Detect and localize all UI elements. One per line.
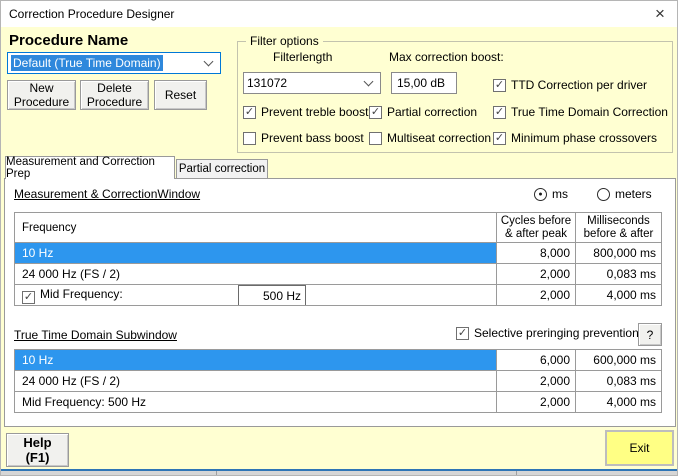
radio-meters[interactable]: meters xyxy=(597,187,652,201)
table-row[interactable]: 24 000 Hz (FS / 2) 2,000 0,083 ms xyxy=(15,371,662,392)
header-frequency: Frequency xyxy=(15,213,497,243)
table-row[interactable]: ✓ Mid Frequency: 500 Hz 2,000 4,000 ms xyxy=(15,285,662,306)
checkbox-icon: ✓ xyxy=(493,79,506,92)
radio-icon xyxy=(597,188,610,201)
cycles-cell[interactable]: 8,000 xyxy=(497,243,576,264)
cycles-cell[interactable]: 6,000 xyxy=(497,350,576,371)
checkbox-icon xyxy=(243,132,256,145)
subwindow-table: 10 Hz 6,000 600,000 ms 24 000 Hz (FS / 2… xyxy=(14,349,662,413)
checkbox-icon: ✓ xyxy=(493,132,506,145)
radio-icon: ● xyxy=(534,188,547,201)
true-time-domain-subwindow-heading: True Time Domain Subwindow xyxy=(14,328,177,342)
checkbox-ttd-correction-per-driver[interactable]: ✓ TTD Correction per driver xyxy=(493,78,647,92)
status-divider xyxy=(216,471,217,476)
tab-partial-correction[interactable]: Partial correction xyxy=(176,159,268,178)
table-row[interactable]: 10 Hz 6,000 600,000 ms xyxy=(15,350,662,371)
ms-cell[interactable]: 4,000 ms xyxy=(576,392,662,413)
procedure-select[interactable]: Default (True Time Domain) xyxy=(7,52,221,74)
procedure-name-heading: Procedure Name xyxy=(9,32,128,49)
filterlength-label: Filterlength xyxy=(273,50,332,64)
max-correction-boost-input[interactable]: 15,00 dB xyxy=(391,72,457,94)
ms-cell[interactable]: 800,000 ms xyxy=(576,243,662,264)
frequency-cell-midfreq[interactable]: Mid Frequency: 500 Hz xyxy=(15,392,497,413)
table-row[interactable]: Mid Frequency: 500 Hz 2,000 4,000 ms xyxy=(15,392,662,413)
checkbox-selective-preringing-prevention[interactable]: ✓ Selective preringing prevention xyxy=(456,326,639,340)
header-cycles: Cycles before& after peak xyxy=(497,213,576,243)
checkbox-prevent-treble-boost[interactable]: ✓ Prevent treble boost xyxy=(243,105,368,119)
filter-options-legend: Filter options xyxy=(246,34,323,48)
checkbox-prevent-bass-boost[interactable]: Prevent bass boost xyxy=(243,131,364,145)
measurement-correction-window-heading: Measurement & CorrectionWindow xyxy=(14,187,200,201)
titlebar: Correction Procedure Designer × xyxy=(1,1,677,27)
window-title: Correction Procedure Designer xyxy=(1,7,174,21)
tab-measurement-and-correction-prep[interactable]: Measurement and Correction Prep xyxy=(5,156,175,179)
checkbox-mid-frequency[interactable]: ✓ xyxy=(22,291,35,304)
table-row[interactable]: 10 Hz 8,000 800,000 ms xyxy=(15,243,662,264)
exit-button[interactable]: Exit xyxy=(605,430,674,466)
procedure-selected-value: Default (True Time Domain) xyxy=(11,55,163,71)
table-row[interactable]: 24 000 Hz (FS / 2) 2,000 0,083 ms xyxy=(15,264,662,285)
preringing-help-button[interactable]: ? xyxy=(638,323,662,346)
measurement-table: Frequency Cycles before& after peak Mill… xyxy=(14,212,662,306)
correction-procedure-designer-window: Correction Procedure Designer × Procedur… xyxy=(0,0,678,476)
table-header-row: Frequency Cycles before& after peak Mill… xyxy=(15,213,662,243)
cycles-cell[interactable]: 2,000 xyxy=(497,392,576,413)
cycles-cell[interactable]: 2,000 xyxy=(497,371,576,392)
frequency-cell-24000hz[interactable]: 24 000 Hz (FS / 2) xyxy=(15,371,497,392)
ms-cell[interactable]: 4,000 ms xyxy=(576,285,662,306)
background-window-edge xyxy=(1,469,677,476)
filterlength-select[interactable]: 131072 xyxy=(243,72,381,94)
checkbox-icon: ✓ xyxy=(369,106,382,119)
mid-frequency-input[interactable]: 500 Hz xyxy=(238,285,306,306)
frequency-cell-10hz[interactable]: 10 Hz xyxy=(15,350,497,371)
cycles-cell[interactable]: 2,000 xyxy=(497,264,576,285)
checkbox-true-time-domain-correction[interactable]: ✓ True Time Domain Correction xyxy=(493,105,668,119)
reset-button[interactable]: Reset xyxy=(154,80,207,110)
close-icon[interactable]: × xyxy=(643,1,677,27)
status-divider xyxy=(516,471,517,476)
cycles-cell[interactable]: 2,000 xyxy=(497,285,576,306)
chevron-down-icon xyxy=(364,77,374,87)
filterlength-value: 131072 xyxy=(247,76,287,90)
checkbox-multiseat-correction[interactable]: Multiseat correction xyxy=(369,131,491,145)
checkbox-icon: ✓ xyxy=(243,106,256,119)
frequency-cell-24000hz[interactable]: 24 000 Hz (FS / 2) xyxy=(15,264,497,285)
new-procedure-button[interactable]: New Procedure xyxy=(7,80,76,110)
mid-frequency-label: Mid Frequency: xyxy=(40,287,123,301)
checkbox-icon: ✓ xyxy=(493,106,506,119)
frequency-cell-midfreq: ✓ Mid Frequency: 500 Hz xyxy=(15,285,497,306)
delete-procedure-button[interactable]: Delete Procedure xyxy=(80,80,149,110)
ms-cell[interactable]: 600,000 ms xyxy=(576,350,662,371)
checkbox-icon xyxy=(369,132,382,145)
ms-cell[interactable]: 0,083 ms xyxy=(576,371,662,392)
radio-ms[interactable]: ● ms xyxy=(534,187,568,201)
chevron-down-icon xyxy=(204,57,214,67)
help-button[interactable]: Help (F1) xyxy=(6,433,69,467)
frequency-cell-10hz[interactable]: 10 Hz xyxy=(15,243,497,264)
checkbox-minimum-phase-crossovers[interactable]: ✓ Minimum phase crossovers xyxy=(493,131,657,145)
checkbox-partial-correction[interactable]: ✓ Partial correction xyxy=(369,105,477,119)
header-milliseconds: Millisecondsbefore & after xyxy=(576,213,662,243)
max-correction-boost-label: Max correction boost: xyxy=(389,50,504,64)
checkbox-icon: ✓ xyxy=(456,327,469,340)
ms-cell[interactable]: 0,083 ms xyxy=(576,264,662,285)
